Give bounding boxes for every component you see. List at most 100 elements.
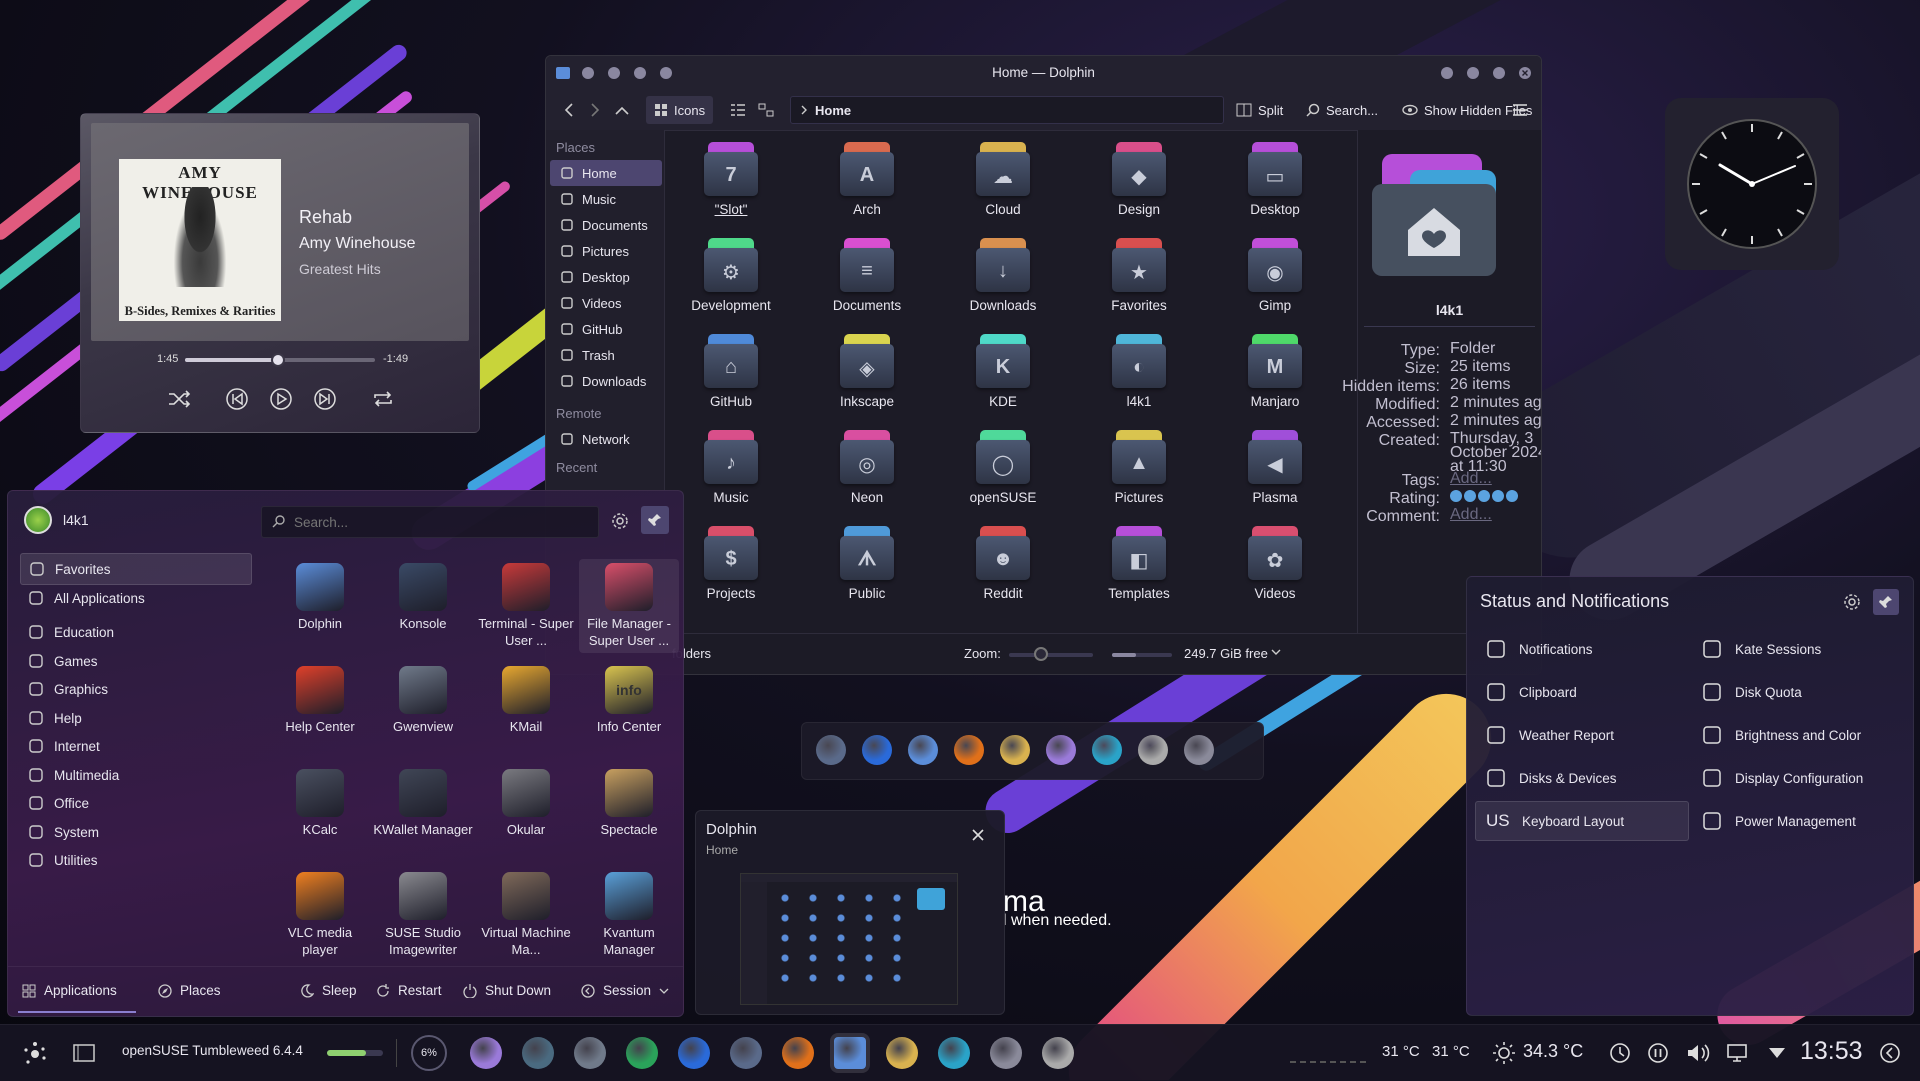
search-button[interactable]: Search... [1306,96,1378,124]
breadcrumb-home[interactable]: Home [815,103,851,118]
info-center-icon[interactable] [1000,735,1030,765]
session-button[interactable]: Session [581,983,669,998]
folder-item[interactable]: K KDE [948,332,1058,409]
app-kwallet[interactable]: KWallet Manager [373,765,473,859]
folder-item[interactable]: M Manjaro [1220,332,1330,409]
folder-item[interactable]: ★ Favorites [1084,236,1194,313]
temperature-2[interactable]: 31 °C [1432,1043,1470,1060]
folder-item[interactable]: ↓ Downloads [948,236,1058,313]
places-item-documents[interactable]: Documents [550,212,662,238]
tray-item-display[interactable]: Display Configuration [1691,758,1905,798]
folder-item[interactable]: ◆ Design [1084,140,1194,217]
breadcrumb[interactable]: Home [790,96,1224,124]
category-utilities[interactable]: Utilities [20,844,252,876]
tray-item-kate[interactable]: Kate Sessions [1691,629,1905,669]
tray-item-weather[interactable]: Weather Report [1475,715,1689,755]
app-file-manager-su[interactable]: File Manager - Super User ... [579,559,679,653]
cpu-load-indicator[interactable]: 6% [411,1035,447,1071]
taskbar-steam-icon[interactable] [574,1037,606,1069]
pin-launcher-icon[interactable] [641,506,669,534]
folder-item[interactable]: ⚙ Development [676,236,786,313]
details-view-button[interactable] [730,96,746,124]
places-item-home[interactable]: Home [550,160,662,186]
app-kvantum[interactable]: Kvantum Manager [579,868,679,962]
category-favorites[interactable]: Favorites [20,553,252,585]
minimize-icon[interactable] [1465,65,1481,81]
previous-icon[interactable] [223,386,251,412]
app-imagewriter[interactable]: SUSE Studio Imagewriter [373,868,473,962]
star-icon[interactable] [1478,490,1490,502]
system-settings-icon[interactable] [816,735,846,765]
app-kmail[interactable]: KMail [476,662,576,756]
discover-icon[interactable] [862,735,892,765]
folder-item[interactable]: ◈ Inkscape [812,332,922,409]
folder-item[interactable]: $ Projects [676,524,786,601]
clock[interactable]: 13:53 [1800,1037,1863,1066]
places-item-videos[interactable]: Videos [550,290,662,316]
tray-item-clipboard[interactable]: Clipboard [1475,672,1689,712]
gimp-icon[interactable] [1046,735,1076,765]
tray-item-disk[interactable]: Disks & Devices [1475,758,1689,798]
folder-item[interactable]: ✿ Videos [1220,524,1330,601]
firefox-icon[interactable] [954,735,984,765]
places-tab[interactable]: Places [158,983,221,998]
zoom-slider[interactable] [1009,647,1093,661]
tray-pin-icon[interactable] [1873,589,1899,615]
folder-item[interactable]: ◎ Neon [812,428,922,505]
star-icon[interactable] [1464,490,1476,502]
shuffle-icon[interactable] [165,386,193,412]
launcher-search-field[interactable] [261,506,599,538]
seek-slider[interactable] [185,353,375,367]
close-preview-icon[interactable] [968,825,988,845]
spectacle-icon[interactable] [1138,735,1168,765]
folder-item[interactable]: ◀ Plasma [1220,428,1330,505]
app-terminal-su[interactable]: Terminal - Super User ... [476,559,576,653]
folder-item[interactable]: ◉ Gimp [1220,236,1330,313]
tray-item-disk-quota[interactable]: Disk Quota [1691,672,1905,712]
up-button[interactable] [614,96,630,124]
places-item-github[interactable]: GitHub [550,316,662,342]
volume-icon[interactable] [1684,1039,1714,1067]
star-icon[interactable] [1492,490,1504,502]
split-button[interactable]: Split [1236,96,1283,124]
app-kcalc[interactable]: KCalc [270,765,370,859]
avatar[interactable] [24,506,52,534]
star-icon[interactable] [1506,490,1518,502]
app-dolphin[interactable]: Dolphin [270,559,370,653]
dolphin-icon[interactable] [908,735,938,765]
tray-item-brightness[interactable]: Brightness and Color [1691,715,1905,755]
category-all-applications[interactable]: All Applications [20,582,252,614]
maximize-icon[interactable] [1491,65,1507,81]
star-icon[interactable] [1450,490,1462,502]
app-konsole[interactable]: Konsole [373,559,473,653]
taskbar-discover-icon[interactable] [678,1037,710,1069]
category-office[interactable]: Office [20,787,252,819]
display-network-icon[interactable] [1724,1039,1754,1067]
app-virt-manager[interactable]: Virtual Machine Ma... [476,868,576,962]
help-icon[interactable] [1439,65,1455,81]
category-education[interactable]: Education [20,616,252,648]
free-space[interactable]: 249.7 GiB free [1184,646,1268,661]
places-item-music[interactable]: Music [550,186,662,212]
taskbar-firefox-icon[interactable] [782,1037,814,1069]
category-graphics[interactable]: Graphics [20,673,252,705]
next-icon[interactable] [311,386,339,412]
app-okular[interactable]: Okular [476,765,576,859]
taskbar-gimp-icon[interactable] [470,1037,502,1069]
category-internet[interactable]: Internet [20,730,252,762]
places-item-network[interactable]: Network [550,426,662,452]
repeat-icon[interactable] [369,386,397,412]
show-desktop-icon[interactable] [1876,1039,1904,1067]
folder-item[interactable]: ◯ openSUSE [948,428,1058,505]
taskbar-kdenlive-icon[interactable] [626,1037,658,1069]
folder-item[interactable]: ▭ Desktop [1220,140,1330,217]
folder-item[interactable]: ♪ Music [676,428,786,505]
info-value[interactable]: Add... [1450,471,1541,487]
taskbar-kde-connect-icon[interactable] [938,1037,970,1069]
forward-button[interactable] [588,96,602,124]
chevron-down-icon[interactable] [1270,646,1282,658]
media-pause-icon[interactable] [1644,1039,1672,1067]
back-button[interactable] [562,96,576,124]
info-value[interactable]: Add... [1450,507,1541,523]
folder-item[interactable]: ☻ Reddit [948,524,1058,601]
